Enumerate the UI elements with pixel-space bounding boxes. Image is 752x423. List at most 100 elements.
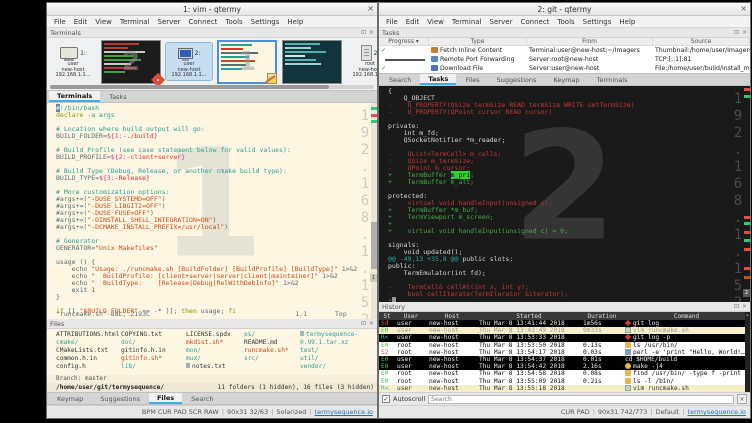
tab-search[interactable]: Search: [183, 393, 221, 404]
history-row[interactable]: E0rootnew-hostThu Mar 8 13:55:09 20180.2…: [379, 378, 750, 385]
history-row[interactable]: R<usernew-hostThu Mar 8 13:55:18 2018vim…: [379, 385, 750, 392]
dock-float-icon[interactable]: ⊡: [361, 29, 366, 36]
history-row[interactable]: R<usernew-hostThu Mar 8 13:53:33 2018git…: [379, 334, 750, 341]
file-entry[interactable]: os/: [244, 331, 300, 339]
dock-float-icon[interactable]: ⊡: [734, 29, 739, 36]
history-row[interactable]: E0usernew-hostThu Mar 8 13:43:49 20189m3…: [379, 327, 750, 334]
tasks-dock-header[interactable]: Tasks ⊡ ×: [379, 28, 750, 38]
dock-close-icon[interactable]: ×: [369, 320, 374, 327]
history-dock-header[interactable]: History ⊡ ×: [379, 302, 750, 312]
file-entry[interactable]: runcmake.sh*: [244, 347, 300, 355]
tab-suggestions[interactable]: Suggestions: [92, 393, 148, 404]
dock-close-icon[interactable]: ×: [742, 29, 747, 36]
tab-keymap[interactable]: Keymap: [49, 393, 91, 404]
file-entry[interactable]: termysequence-0.99.1.tar.xz: [300, 331, 377, 347]
left-close-icon[interactable]: ×: [367, 3, 374, 15]
tasks-header-row[interactable]: Progress ▾TypeFromSource: [379, 38, 750, 46]
menu-view[interactable]: View: [91, 18, 116, 26]
dock-horizontal-scrollbar[interactable]: [50, 85, 374, 89]
menu-settings[interactable]: Settings: [247, 18, 284, 26]
task-row[interactable]: ✓Fetch Inline ContentTerminal:user@new-h…: [379, 46, 750, 55]
dock-terminal-thumbnail[interactable]: 2: [101, 40, 161, 84]
menu-settings[interactable]: Settings: [579, 18, 616, 26]
file-entry[interactable]: util/: [300, 355, 377, 363]
files-dock-header[interactable]: Files ⊡ ×: [47, 319, 377, 329]
dock-server-item[interactable]: 2:usernew-host192.168.1.1...: [166, 43, 212, 80]
tab-suggestions[interactable]: Suggestions: [489, 74, 545, 85]
tab-terminals[interactable]: Terminals: [49, 91, 100, 102]
file-entry[interactable]: lib/: [121, 363, 186, 371]
tab-files[interactable]: Files: [149, 393, 182, 404]
dock-float-icon[interactable]: ⊡: [734, 303, 739, 310]
menu-server[interactable]: Server: [154, 18, 185, 26]
vim-scrollbar[interactable]: [371, 103, 377, 319]
file-entry[interactable]: doc/: [121, 339, 186, 347]
history-row[interactable]: Sdusernew-hostThu Mar 8 13:41:44 20181m5…: [379, 320, 750, 327]
history-header-row[interactable]: StUserHostStartedDurationCommand: [379, 312, 750, 320]
history-row[interactable]: E0usernew-hostThu Mar 8 13:54:37 20180.0…: [379, 356, 750, 363]
history-row[interactable]: E0usernew-hostThu Mar 8 13:54:42 20182.1…: [379, 363, 750, 370]
file-entry[interactable]: mkdist.sh*: [186, 339, 244, 347]
right-titlebar[interactable]: 2: git - qtermy ×: [379, 3, 750, 16]
file-entry[interactable]: gitinfo.sh*: [121, 355, 186, 363]
file-entry[interactable]: config.h: [56, 363, 121, 371]
task-row[interactable]: Remote Port ForwardingServer:root@new-ho…: [379, 55, 750, 64]
file-entry[interactable]: vendor/: [300, 363, 377, 371]
file-entry[interactable]: src/: [244, 355, 300, 363]
file-entry[interactable]: gitinfo.h.in: [121, 347, 186, 355]
history-scrollbar[interactable]: ▲: [745, 312, 750, 392]
tab-keymap[interactable]: Keymap: [545, 74, 587, 85]
dock-float-icon[interactable]: ⊡: [361, 320, 366, 327]
file-entry[interactable]: COPYING.txt: [121, 331, 186, 339]
dock-terminal-thumbnail[interactable]: 1: [217, 40, 277, 84]
dock-server-item[interactable]: 1:usernew-host192.168.1.1...: [50, 43, 96, 80]
menu-connect[interactable]: Connect: [184, 18, 221, 26]
menu-terminal[interactable]: Terminal: [116, 18, 154, 26]
history-row[interactable]: E0rootnew-hostThu Mar 8 13:54:58 20180.0…: [379, 370, 750, 377]
dock-close-icon[interactable]: ×: [369, 29, 374, 36]
file-entry[interactable]: LICENSE.spdx: [186, 331, 244, 339]
tab-files[interactable]: Files: [457, 74, 487, 85]
file-entry[interactable]: notes.txt: [186, 363, 244, 371]
left-titlebar[interactable]: 1: vim - qtermy ×: [47, 3, 377, 16]
autoscroll-checkbox[interactable]: ✓: [382, 395, 390, 403]
tab-terminals[interactable]: Terminals: [589, 74, 636, 85]
menu-file[interactable]: File: [382, 18, 402, 26]
dock-server-item[interactable]: 2:rootnew-host192.168.1.1...: [347, 43, 377, 80]
history-row[interactable]: E0rootnew-hostThu Mar 8 13:53:50 20180.1…: [379, 342, 750, 349]
file-entry[interactable]: common.h.in: [56, 355, 121, 363]
vim-terminal[interactable]: 1 192.168.1.152 #!/bin/bashdeclare -a ar…: [47, 103, 377, 319]
termysequence-link[interactable]: termysequence.io: [315, 408, 373, 416]
task-row[interactable]: ✓Download FileServer:user@new-hostFile:/…: [379, 64, 750, 73]
menu-edit[interactable]: Edit: [402, 18, 424, 26]
file-entry[interactable]: CMakeLists.txt: [56, 347, 121, 355]
menu-tools[interactable]: Tools: [221, 18, 246, 26]
tab-tasks[interactable]: Tasks: [420, 74, 456, 85]
file-entry[interactable]: cmake/: [56, 339, 121, 347]
history-search-input[interactable]: [428, 395, 734, 404]
git-terminal[interactable]: 2 192.168.1.152 { Q_OBJECT- Q_PROPERTY(Q…: [379, 86, 750, 302]
tab-search[interactable]: Search: [381, 74, 419, 85]
clear-search-icon[interactable]: ×: [737, 394, 747, 404]
history-row[interactable]: S2rootnew-hostThu Mar 8 13:54:17 20180.0…: [379, 349, 750, 356]
menu-help[interactable]: Help: [283, 18, 307, 26]
menu-help[interactable]: Help: [615, 18, 639, 26]
dock-terminal-thumbnail[interactable]: [282, 40, 342, 84]
menu-view[interactable]: View: [423, 18, 448, 26]
menu-edit[interactable]: Edit: [70, 18, 92, 26]
menu-terminal[interactable]: Terminal: [448, 18, 486, 26]
dock-close-icon[interactable]: ×: [742, 303, 747, 310]
menu-file[interactable]: File: [50, 18, 70, 26]
menu-tools[interactable]: Tools: [553, 18, 578, 26]
termysequence-link[interactable]: termysequence.io: [688, 408, 746, 416]
file-entry[interactable]: mux/: [186, 355, 244, 363]
terminals-dock-header[interactable]: Terminals ⊡ ×: [47, 28, 377, 38]
menu-server[interactable]: Server: [486, 18, 517, 26]
file-entry[interactable]: README.md: [244, 339, 300, 347]
file-entry[interactable]: test/: [300, 347, 377, 355]
right-close-icon[interactable]: ×: [740, 3, 747, 15]
file-entry[interactable]: ATTRIBUTIONS.html: [56, 331, 121, 339]
tab-tasks[interactable]: Tasks: [101, 91, 134, 102]
menu-connect[interactable]: Connect: [516, 18, 553, 26]
file-entry[interactable]: mon/: [186, 347, 244, 355]
